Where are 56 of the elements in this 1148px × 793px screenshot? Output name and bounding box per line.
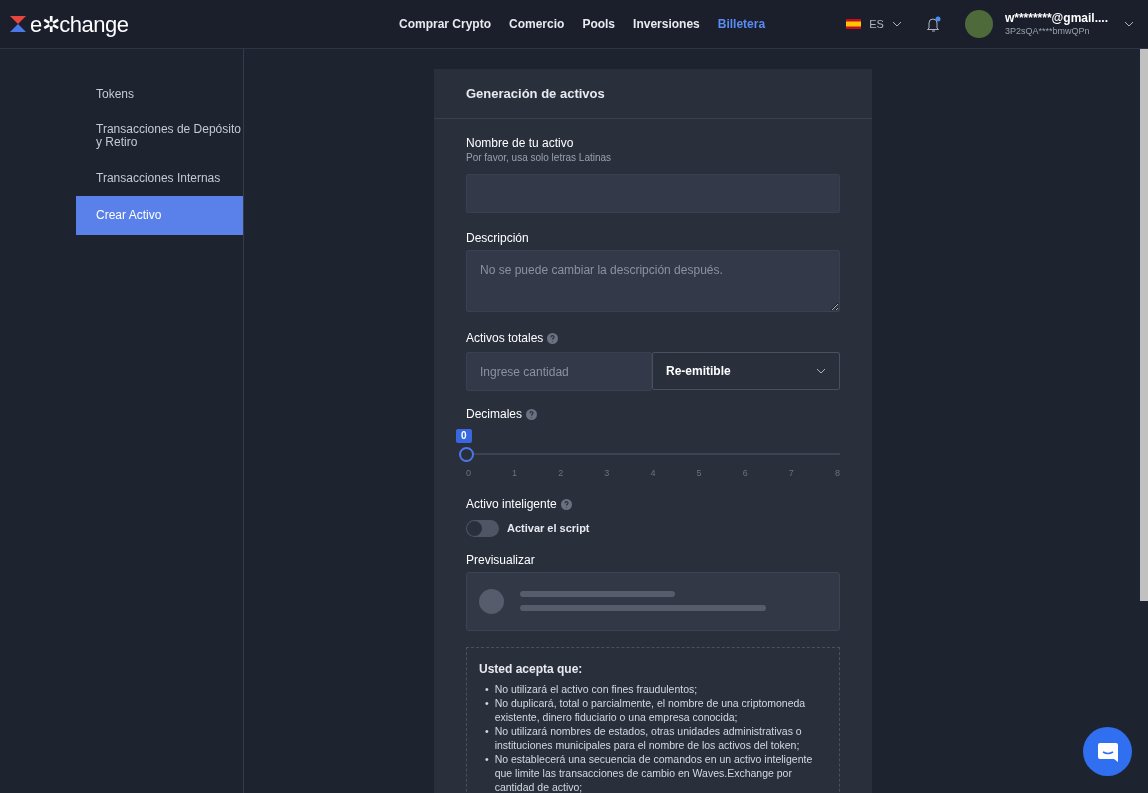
nav-link[interactable]: Billetera	[708, 15, 775, 33]
sidebar-item[interactable]: Transacciones Internas	[76, 160, 243, 196]
help-icon[interactable]	[547, 333, 559, 344]
account-address: 3P2sQA****bmwQPn	[1004, 25, 1091, 37]
terms-item: No utilizará el activo con fines fraudulentos;	[494, 681, 698, 696]
field-label: Descripción	[466, 231, 529, 246]
terms-title: Usted acepta que:	[479, 660, 584, 678]
bullet-mark: •	[485, 681, 489, 696]
field-label: Nombre de tu activo	[466, 136, 575, 151]
help-icon[interactable]	[560, 498, 572, 510]
account-email[interactable]: w********@gmail....	[1004, 11, 1108, 26]
amount-field[interactable]: Ingrese cantidad	[466, 352, 652, 391]
nav-link[interactable]: Inversiones	[624, 15, 709, 33]
language-selector[interactable]: ES	[869, 15, 884, 33]
bullet-mark: •	[485, 695, 489, 711]
card-title: Generación de activos	[434, 69, 872, 119]
scrollbar-thumb[interactable]	[1140, 49, 1148, 601]
terms-item: No establecerá una secuencia de comandos en un activo inteligente que limite las transacciones de cambio en Waves.Exchange por cantidad de activo;	[494, 751, 814, 793]
slider-value: 0	[456, 429, 472, 443]
nav-link[interactable]: Comprar Crypto	[390, 15, 500, 33]
tick-label: 1	[512, 467, 518, 480]
field-label: Decimales	[466, 407, 522, 422]
bullet-mark: •	[485, 751, 489, 767]
nav-link[interactable]: Pools	[573, 15, 625, 33]
description-field[interactable]: No se puede cambiar la descripción después.	[466, 250, 840, 312]
flag-icon	[846, 19, 862, 29]
reissuable-select[interactable]: Re-emitible	[652, 352, 840, 390]
placeholder-circle	[479, 588, 504, 614]
sidebar-item[interactable]: Transacciones de Depósito y Retiro	[76, 112, 243, 161]
chat-icon	[1096, 740, 1119, 763]
field-label: Previsualizar	[466, 552, 535, 568]
toggle-switch[interactable]	[466, 519, 499, 537]
terms-item: No utilizará nombres de estados, otras unidades administrativas o instituciones municipales para el nombre de los activos del token;	[494, 723, 803, 752]
field-label: Activos totales	[466, 331, 544, 346]
logo-text: e✲change	[30, 10, 129, 39]
chevron-down-icon[interactable]	[891, 21, 902, 27]
bullet-mark: •	[485, 723, 489, 739]
sidebar-item[interactable]: Crear Activo	[76, 195, 243, 235]
bell-icon[interactable]	[925, 16, 941, 32]
tick-label: 7	[788, 467, 794, 480]
sidebar-item[interactable]: Tokens	[76, 77, 243, 113]
field-label: Activo inteligente	[466, 496, 557, 512]
nav-link[interactable]: Comercio	[500, 15, 574, 33]
chevron-down-icon[interactable]	[1124, 21, 1134, 27]
chevron-down-icon	[816, 368, 826, 374]
avatar-icon[interactable]	[964, 10, 993, 38]
tick-label: 5	[696, 467, 702, 480]
field-hint: Por favor, usa solo letras Latinas	[466, 151, 613, 164]
terms-item: No duplicará, total o parcialmente, el nombre de una criptomoneda existente, dinero fiduciario o una empresa conocida;	[494, 695, 807, 724]
help-icon[interactable]	[526, 409, 537, 420]
tick-label: 2	[558, 467, 564, 480]
logo-icon	[10, 16, 26, 32]
slider-thumb[interactable]	[459, 447, 474, 462]
chat-button[interactable]	[1083, 727, 1132, 776]
tick-label: 3	[604, 467, 610, 480]
toggle-label: Activar el script	[507, 520, 590, 536]
